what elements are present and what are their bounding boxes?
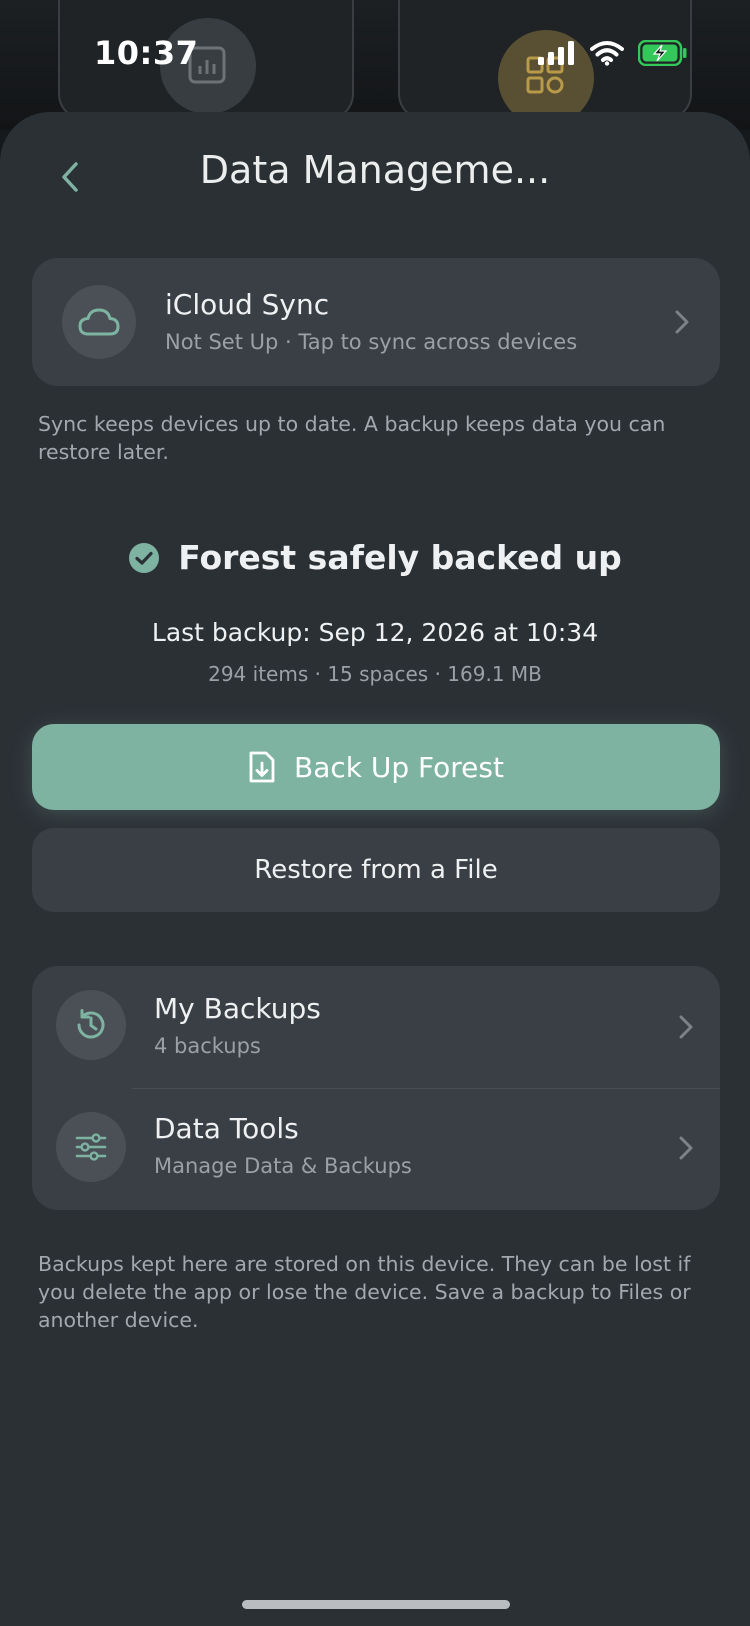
backup-status: Forest safely backed up: [0, 538, 750, 577]
chevron-right-icon: [679, 1015, 693, 1039]
cloud-icon: [78, 308, 120, 336]
page-title: Data Manageme...: [199, 148, 551, 192]
wifi-icon: [590, 41, 624, 66]
document-download-icon: [249, 751, 275, 783]
backup-options-list: My Backups 4 backups Data Tools Manage D…: [32, 966, 720, 1210]
data-tools-row[interactable]: Data Tools Manage Data & Backups: [32, 1088, 720, 1210]
chevron-right-icon: [675, 310, 689, 334]
icloud-sync-row[interactable]: iCloud Sync Not Set Up · Tap to sync acr…: [32, 258, 720, 386]
sliders-icon-badge: [56, 1112, 126, 1182]
battery-charging-icon: [638, 40, 687, 66]
sliders-icon: [75, 1133, 107, 1161]
status-bar: 10:37: [0, 0, 750, 110]
back-up-button-label: Back Up Forest: [294, 750, 504, 784]
data-tools-subtitle: Manage Data & Backups: [154, 1154, 412, 1178]
restore-from-file-button[interactable]: Restore from a File: [32, 828, 720, 912]
data-tools-title: Data Tools: [154, 1112, 299, 1145]
sync-hint-text: Sync keeps devices up to date. A backup …: [38, 412, 666, 464]
home-indicator[interactable]: [242, 1600, 510, 1609]
my-backups-row[interactable]: My Backups 4 backups: [32, 966, 720, 1088]
status-time: 10:37: [94, 34, 199, 72]
my-backups-title: My Backups: [154, 992, 321, 1025]
backup-status-headline: Forest safely backed up: [178, 538, 622, 577]
icloud-icon-badge: [62, 285, 136, 359]
check-circle-icon: [129, 542, 160, 573]
restore-button-label: Restore from a File: [254, 855, 498, 885]
history-icon: [77, 1009, 105, 1039]
data-management-sheet: Data Manageme... iCloud Sync Not Set Up …: [0, 112, 750, 1626]
icloud-subtitle: Not Set Up · Tap to sync across devices: [165, 330, 578, 354]
history-icon-badge: [56, 990, 126, 1060]
nav-bar: Data Manageme...: [0, 112, 750, 232]
backup-meta-text: 294 items · 15 spaces · 169.1 MB: [208, 662, 542, 686]
chevron-right-icon: [679, 1136, 693, 1160]
last-backup-text: Last backup: Sep 12, 2026 at 10:34: [151, 618, 599, 647]
cellular-signal-icon: [538, 41, 574, 65]
icloud-title: iCloud Sync: [165, 288, 330, 321]
footer-note: Backups kept here are stored on this dev…: [38, 1252, 691, 1332]
back-up-button[interactable]: Back Up Forest: [32, 724, 720, 810]
my-backups-subtitle: 4 backups: [154, 1034, 261, 1058]
status-icons: [538, 40, 688, 66]
